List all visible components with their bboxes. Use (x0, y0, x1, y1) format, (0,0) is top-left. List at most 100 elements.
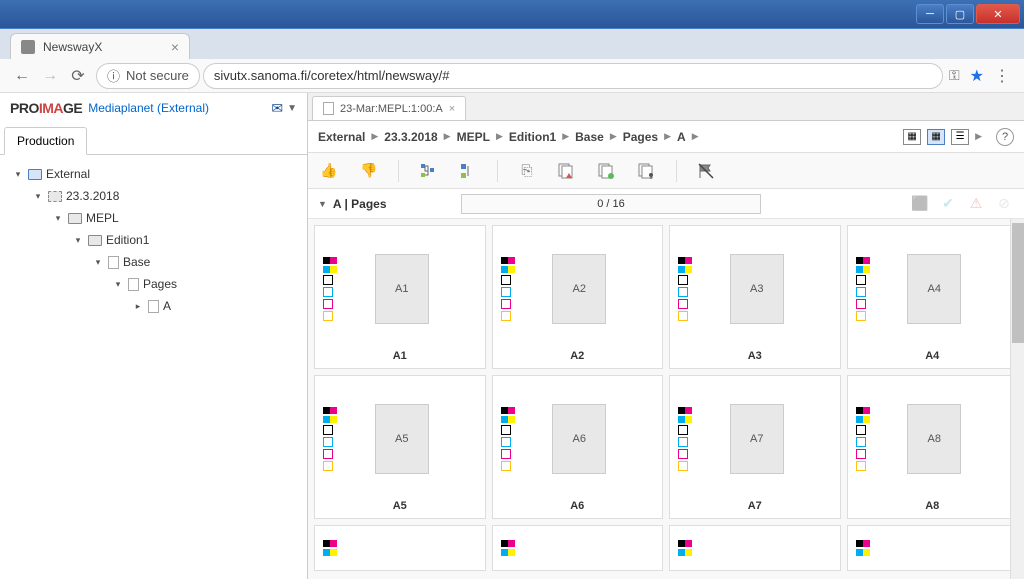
sidebar: PROIMAGE Mediaplanet (External) ✉ ▼ Prod… (0, 93, 308, 579)
breadcrumb-item[interactable]: MEPL (457, 130, 490, 144)
page-thumb: A8 (907, 404, 961, 474)
browser-tab[interactable]: NewswayX × (10, 33, 190, 59)
thumbs-up-button[interactable]: 👍 (318, 160, 340, 182)
window-close-button[interactable]: ✕ (976, 4, 1020, 24)
sidebar-tab-production[interactable]: Production (4, 127, 87, 155)
favicon-icon (21, 40, 35, 54)
page-card[interactable] (492, 525, 664, 571)
page-thumb: A6 (552, 404, 606, 474)
tree-node-section-a[interactable]: ▸A (4, 295, 303, 317)
thumbs-down-button[interactable]: 👎 (358, 160, 380, 182)
split-tool-button[interactable] (457, 160, 479, 182)
section-header: ▼ A | Pages 0 / 16 ⬛ ✔ ⚠ ⊘ (308, 189, 1024, 219)
window-maximize-button[interactable]: ▢ (946, 4, 974, 24)
page-card[interactable]: A7 A7 (669, 375, 841, 519)
status-warning-icon: ⚠ (966, 194, 986, 214)
page-thumb: A4 (907, 254, 961, 324)
page-label: A6 (501, 496, 655, 512)
chevron-down-icon[interactable]: ▼ (287, 103, 297, 114)
breadcrumb-item[interactable]: Pages (623, 130, 658, 144)
page-label: A2 (501, 346, 655, 362)
page-card[interactable]: A8 A8 (847, 375, 1019, 519)
main-tab-label: 23-Mar:MEPL:1:00:A (340, 103, 443, 115)
tree-view: ▾External ▾23.3.2018 ▾MEPL ▾Edition1 ▾Ba… (0, 155, 307, 325)
page-thumb: A1 (375, 254, 429, 324)
sidebar-header: PROIMAGE Mediaplanet (External) ✉ ▼ (0, 93, 307, 123)
windows-titlebar: ─ ▢ ✕ (0, 0, 1024, 28)
tab-close-icon[interactable]: × (449, 103, 455, 115)
tree-node-pub[interactable]: ▾MEPL (4, 207, 303, 229)
copy-button[interactable]: ⎘ (516, 160, 538, 182)
breadcrumb: External▶ 23.3.2018▶ MEPL▶ Edition1▶ Bas… (318, 130, 699, 144)
browser-back-button[interactable]: ← (10, 64, 34, 88)
scrollbar[interactable] (1010, 219, 1024, 579)
section-title-text: A | Pages (333, 197, 387, 211)
view-grid-button[interactable]: ▦ (903, 129, 921, 145)
view-list-button[interactable]: ☰ (951, 129, 969, 145)
page-card[interactable]: A2 A2 (492, 225, 664, 369)
page-card[interactable]: A5 A5 (314, 375, 486, 519)
page-card[interactable]: A6 A6 (492, 375, 664, 519)
browser-address-bar: ← → ⟳ ⓘ Not secure ⚿ ★ ⋮ (0, 59, 1024, 93)
browser-tab-strip: NewswayX × (0, 29, 1024, 59)
page-label: A3 (678, 346, 832, 362)
main-tab[interactable]: 23-Mar:MEPL:1:00:A × (312, 96, 466, 120)
progress-indicator: 0 / 16 (461, 194, 761, 214)
page-label: A4 (856, 346, 1010, 362)
page-label: A7 (678, 496, 832, 512)
key-icon[interactable]: ⚿ (949, 67, 960, 84)
main-toolbar: 👍 👎 ⎘ (308, 153, 1024, 189)
breadcrumb-item[interactable]: Base (575, 130, 604, 144)
window-minimize-button[interactable]: ─ (916, 4, 944, 24)
page-thumb: A3 (730, 254, 784, 324)
page-card[interactable]: A4 A4 (847, 225, 1019, 369)
tree-node-pages[interactable]: ▾Pages (4, 273, 303, 295)
tree-node-base[interactable]: ▾Base (4, 251, 303, 273)
breadcrumb-item[interactable]: 23.3.2018 (384, 130, 437, 144)
bookmark-star-icon[interactable]: ★ (970, 66, 984, 86)
browser-forward-button[interactable]: → (38, 64, 62, 88)
security-indicator[interactable]: ⓘ Not secure (96, 63, 200, 89)
tree-node-edition[interactable]: ▾Edition1 (4, 229, 303, 251)
status-check-icon: ✔ (938, 194, 958, 214)
browser-reload-button[interactable]: ⟳ (66, 64, 90, 88)
breadcrumb-item[interactable]: Edition1 (509, 130, 556, 144)
not-secure-label: Not secure (126, 68, 189, 83)
view-thumbs-button[interactable]: ▦ (927, 129, 945, 145)
page-thumb: A2 (552, 254, 606, 324)
page-thumb: A7 (730, 404, 784, 474)
collapse-icon[interactable]: ▼ (318, 199, 327, 209)
page-label: A5 (323, 496, 477, 512)
status-block-icon: ⊘ (994, 194, 1014, 214)
page-card[interactable] (847, 525, 1019, 571)
page-icon (323, 102, 334, 115)
pages-scroll-area[interactable]: A1 A1 A2 A2 A3 A3 A4 A4 A5 A5 A6 A6 A7 A7 A8 A8 (308, 219, 1024, 579)
help-button[interactable]: ? (996, 128, 1014, 146)
tab-close-icon[interactable]: × (171, 39, 179, 55)
page-card[interactable]: A1 A1 (314, 225, 486, 369)
page-thumb: A5 (375, 404, 429, 474)
logo: PROIMAGE (10, 100, 82, 116)
page-label: A1 (323, 346, 477, 362)
main-area: 23-Mar:MEPL:1:00:A × External▶ 23.3.2018… (308, 93, 1024, 579)
mail-icon[interactable]: ✉ (271, 100, 283, 117)
status-lock-icon: ⬛ (910, 194, 930, 214)
breadcrumb-item[interactable]: A (677, 130, 686, 144)
flag-off-button[interactable] (695, 160, 717, 182)
browser-tab-title: NewswayX (43, 40, 102, 54)
page-card[interactable] (314, 525, 486, 571)
page-card[interactable]: A3 A3 (669, 225, 841, 369)
url-input[interactable] (203, 63, 943, 89)
copy-pin-button[interactable] (636, 160, 658, 182)
tree-node-date[interactable]: ▾23.3.2018 (4, 185, 303, 207)
copy-warning-button[interactable] (556, 160, 578, 182)
user-link[interactable]: Mediaplanet (External) (88, 101, 209, 115)
page-card[interactable] (669, 525, 841, 571)
chrome-menu-icon[interactable]: ⋮ (994, 66, 1010, 86)
breadcrumb-item[interactable]: External (318, 130, 365, 144)
tree-node-external[interactable]: ▾External (4, 163, 303, 185)
tree-tool-button[interactable] (417, 160, 439, 182)
copy-check-button[interactable] (596, 160, 618, 182)
scrollbar-thumb[interactable] (1012, 223, 1024, 343)
page-label: A8 (856, 496, 1010, 512)
